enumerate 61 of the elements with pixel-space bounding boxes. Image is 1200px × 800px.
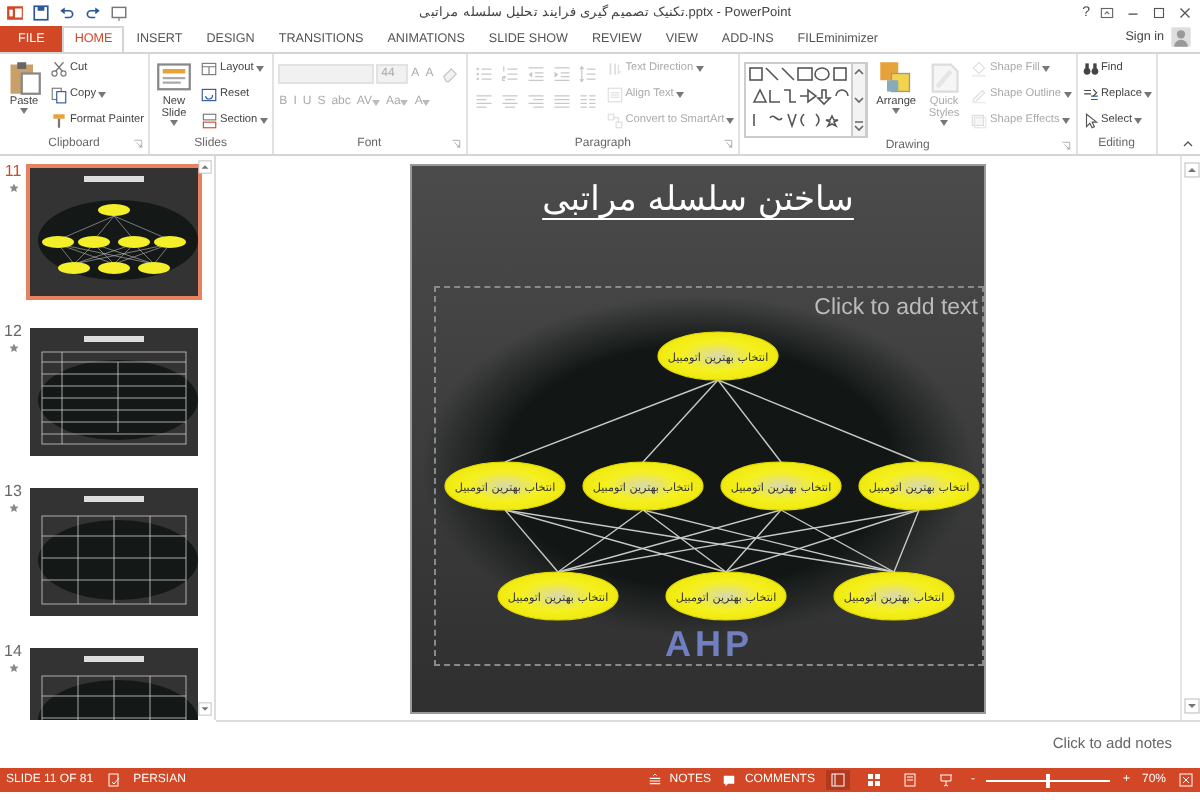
slide-icon [156, 60, 192, 96]
clipboard-icon [6, 60, 42, 96]
placeholder-text: Click to add text [814, 296, 978, 322]
slide-sorter-icon [866, 772, 883, 788]
shapes-gallery-drawing[interactable] [744, 62, 869, 138]
undo-icon[interactable] [58, 4, 76, 22]
scroll-up-icon[interactable] [198, 160, 212, 174]
dialog-launcher-icon[interactable] [722, 138, 735, 150]
scissors-icon [50, 60, 68, 78]
zoom-slider-thumb[interactable] [1046, 773, 1051, 787]
scroll-down-icon[interactable] [198, 702, 212, 716]
transition-star-icon [7, 661, 19, 674]
slideshow-icon [938, 772, 955, 788]
dialog-launcher-icon[interactable] [1059, 140, 1071, 152]
slide-background-text: AHP [665, 626, 753, 662]
comment-icon [722, 773, 737, 787]
reading-view-icon [902, 772, 919, 788]
fit-slide-icon[interactable] [1178, 772, 1194, 788]
collapse-ribbon-icon[interactable] [1180, 136, 1196, 152]
slide-thumbnail[interactable] [30, 328, 198, 456]
proofing-icon[interactable] [105, 772, 122, 788]
pencil-icon [970, 86, 989, 104]
view-button[interactable] [826, 770, 851, 790]
slide-number: 11 [4, 164, 22, 182]
layout-icon [200, 60, 218, 78]
slide-thumbnail[interactable] [30, 168, 198, 296]
slide-number: 14 [4, 644, 22, 662]
transition-star-icon [7, 341, 19, 354]
slide-title: ساختن سلسله مراتبی [542, 180, 854, 220]
slide-number: 12 [4, 324, 22, 342]
dialog-launcher-icon[interactable] [449, 138, 462, 150]
redo-icon[interactable] [84, 4, 102, 22]
notes-icon [647, 773, 662, 787]
normal-view-icon [830, 772, 847, 788]
transition-star-icon [7, 501, 19, 514]
scroll-up-icon[interactable] [1183, 162, 1199, 178]
binoculars-icon [1081, 60, 1099, 78]
quick-styles-icon [926, 60, 963, 96]
paintbrush-icon [50, 112, 68, 130]
save-icon[interactable] [32, 4, 50, 22]
text-direction-icon [605, 60, 624, 78]
replace-icon [1081, 86, 1099, 104]
paint-bucket-icon [970, 60, 989, 78]
close-icon[interactable] [1176, 4, 1194, 22]
scroll-down-icon[interactable] [1183, 698, 1199, 714]
cursor-icon [1081, 112, 1099, 130]
slideshow-icon[interactable] [110, 4, 128, 22]
ribbon-display-icon[interactable] [1098, 4, 1116, 22]
slide-number: 13 [4, 484, 22, 502]
effects-icon [970, 112, 989, 130]
align-text-icon [605, 86, 624, 104]
powerpoint-icon [6, 4, 24, 22]
reset-icon [200, 86, 218, 104]
slide-thumbnail[interactable] [30, 488, 198, 616]
transition-star-icon [7, 181, 19, 194]
section-icon [200, 112, 218, 130]
maximize-icon[interactable] [1150, 4, 1168, 22]
pages-icon [50, 86, 68, 104]
smartart-icon [605, 112, 624, 130]
arrange-icon [878, 60, 915, 96]
dialog-launcher-icon[interactable] [132, 138, 144, 150]
